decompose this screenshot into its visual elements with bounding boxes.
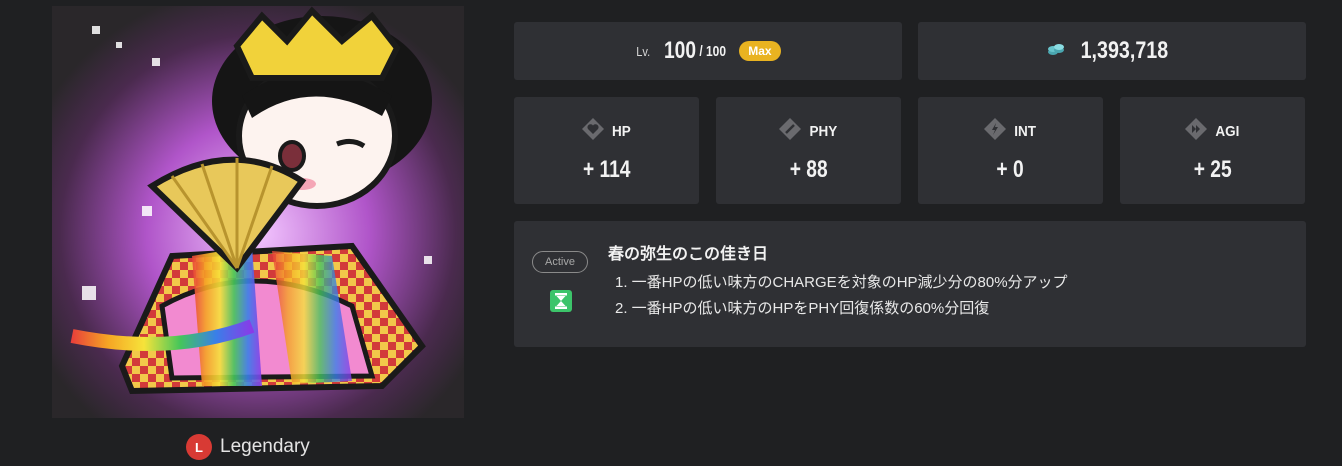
stat-agi: AGI + 25 [1120,97,1305,204]
stat-value: + 88 [789,156,828,183]
hourglass-icon [548,288,574,319]
level-max: / 100 [699,42,726,60]
sword-icon [778,117,802,146]
lightning-icon [983,117,1007,146]
stat-name: INT [1014,123,1037,140]
skill-effect-list: 1. 一番HPの低い味方のCHARGEを対象のHP減少分の80%分アップ 2. … [615,272,1068,324]
rarity-badge: L [186,434,212,460]
stat-value: + 25 [1193,156,1232,183]
level-panel: Lv. 100 / 100 Max [514,22,902,80]
skill-title: 春の弥生のこの佳き日 [608,246,769,263]
character-portrait [52,6,464,418]
stat-int: INT + 0 [918,97,1103,204]
stat-value: + 0 [996,156,1025,183]
speed-icon [1184,117,1208,146]
stat-hp: HP + 114 [514,97,699,204]
rarity-label: Legendary [220,436,310,457]
stat-phy: PHY + 88 [716,97,901,204]
max-badge: Max [739,41,781,61]
coin-amount: 1,393,718 [1080,37,1168,64]
coin-stack-icon [1047,42,1065,61]
coin-panel: 1,393,718 [918,22,1306,80]
stat-name: PHY [809,123,838,140]
level-current: 100 [663,37,696,64]
skill-effect: 1. 一番HPの低い味方のCHARGEを対象のHP減少分の80%分アップ [615,274,1068,291]
rarity-indicator: L Legendary [186,434,310,460]
heart-icon [581,117,605,146]
stat-name: HP [612,123,631,140]
level-prefix: Lv. [636,43,651,59]
skill-effect: 2. 一番HPの低い味方のHPをPHY回復係数の60%分回復 [615,300,990,317]
stat-value: + 114 [582,156,631,183]
skill-panel: Active 春の弥生のこの佳き日 1. 一番HPの低い味方のCHARGEを対象… [514,221,1306,347]
skill-type-tag: Active [532,251,588,273]
stat-name: AGI [1215,123,1240,140]
